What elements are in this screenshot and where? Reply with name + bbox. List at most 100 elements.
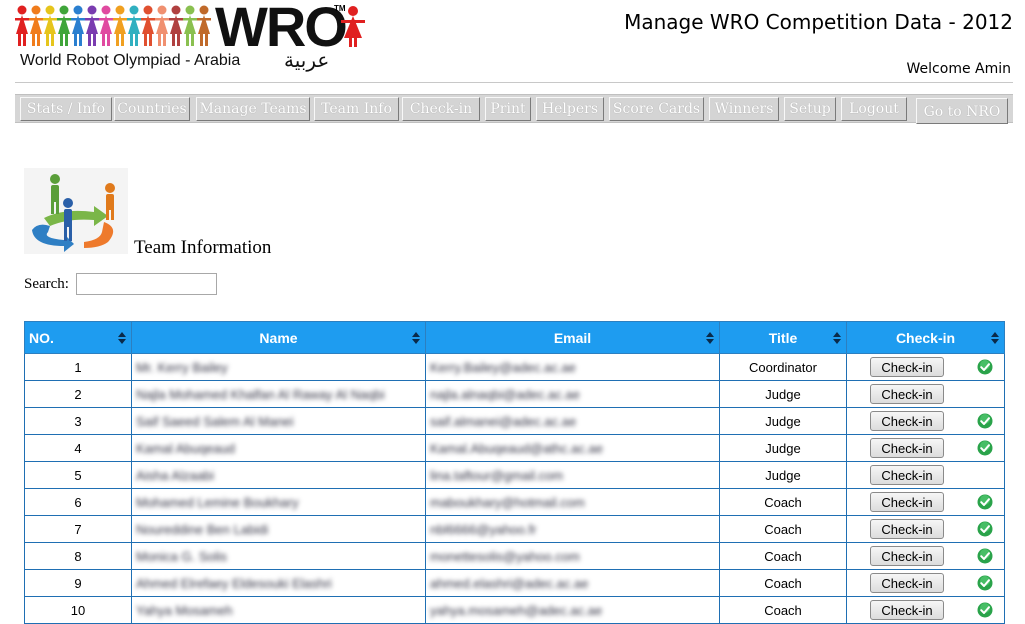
column-header-check-in[interactable]: Check-in bbox=[846, 321, 1005, 354]
nav-print[interactable]: Print bbox=[485, 97, 531, 121]
cell-email: najla.alnaqbi@adec.ac.ae bbox=[425, 380, 720, 408]
column-header-title[interactable]: Title bbox=[719, 321, 847, 354]
member-name: Aisha Alzaabi bbox=[136, 467, 215, 483]
cell-title: Coach bbox=[719, 569, 847, 597]
check-in-button[interactable]: Check-in bbox=[870, 384, 944, 404]
member-title: Judge bbox=[765, 440, 801, 456]
member-name: Kamal Abuqeaud bbox=[136, 440, 236, 456]
row-number: 1 bbox=[74, 359, 82, 375]
table-row: 6 Mohamed Lemine Boukhary maboukhary@hotma… bbox=[24, 488, 1005, 516]
column-header-label: Title bbox=[768, 329, 798, 346]
nav-winners[interactable]: Winners bbox=[709, 97, 779, 121]
member-title: Judge bbox=[765, 386, 801, 402]
sort-arrows-icon[interactable] bbox=[412, 332, 420, 344]
cell-email: yahya.mosameh@adec.ac.ae bbox=[425, 596, 720, 624]
row-number: 2 bbox=[74, 386, 82, 402]
column-header-no[interactable]: NO. bbox=[24, 321, 132, 354]
team-info-table: NO. Name Email Title Check-in 1 Mr. Kerry… bbox=[24, 321, 1005, 624]
check-ok-icon bbox=[977, 440, 993, 456]
search-input[interactable] bbox=[76, 273, 217, 295]
nav-team-info[interactable]: Team Info bbox=[314, 97, 399, 121]
check-ok-icon bbox=[977, 548, 993, 564]
nav-setup[interactable]: Setup bbox=[784, 97, 836, 121]
row-number: 6 bbox=[74, 494, 82, 510]
check-in-button[interactable]: Check-in bbox=[870, 357, 944, 377]
nav-countries[interactable]: Countries bbox=[114, 97, 190, 121]
check-ok-icon bbox=[977, 521, 993, 537]
cell-email: saif.almanei@adec.ac.ae bbox=[425, 407, 720, 435]
cell-check-in: Check-in bbox=[846, 596, 1005, 624]
nav-check-in[interactable]: Check-in bbox=[402, 97, 480, 121]
cell-name: Najla Mohamed Khalfan Al Raway Al Naqbi bbox=[131, 380, 426, 408]
column-header-label: Name bbox=[259, 329, 298, 346]
member-email: yahya.mosameh@adec.ac.ae bbox=[430, 602, 603, 618]
row-number: 5 bbox=[74, 467, 82, 483]
row-number: 4 bbox=[74, 440, 82, 456]
check-in-button[interactable]: Check-in bbox=[870, 465, 944, 485]
cell-no: 7 bbox=[24, 515, 132, 543]
welcome-message: Welcome Amin bbox=[906, 61, 1011, 77]
nav-go-to-nro[interactable]: Go to NRO bbox=[916, 98, 1008, 124]
table-row: 10 Yahya Mosameh yahya.mosameh@adec.ac.ae C… bbox=[24, 596, 1005, 624]
nav-manage-teams[interactable]: Manage Teams bbox=[196, 97, 310, 121]
check-in-button[interactable]: Check-in bbox=[870, 411, 944, 431]
member-email: Kamal.Abuqeaud@athc.ac.ae bbox=[430, 440, 603, 456]
cell-name: Saif Saeed Salem Al Manei bbox=[131, 407, 426, 435]
cell-name: Noureddine Ben Labidi bbox=[131, 515, 426, 543]
cell-email: nbl6666@yahoo.fr bbox=[425, 515, 720, 543]
cell-name: Mr. Kerry Bailey bbox=[131, 353, 426, 381]
check-ok-icon bbox=[977, 602, 993, 618]
check-in-button[interactable]: Check-in bbox=[870, 438, 944, 458]
member-name: Mr. Kerry Bailey bbox=[136, 359, 228, 375]
cell-email: lina.taftour@gmail.com bbox=[425, 461, 720, 489]
cell-no: 2 bbox=[24, 380, 132, 408]
column-header-label: NO. bbox=[29, 329, 54, 346]
cell-name: Aisha Alzaabi bbox=[131, 461, 426, 489]
cell-name: Monica G. Solis bbox=[131, 542, 426, 570]
check-in-button[interactable]: Check-in bbox=[870, 492, 944, 512]
check-in-button[interactable]: Check-in bbox=[870, 573, 944, 593]
column-header-label: Check-in bbox=[895, 329, 956, 346]
cell-check-in: Check-in bbox=[846, 461, 1005, 489]
check-ok-icon bbox=[977, 413, 993, 429]
table-row: 5 Aisha Alzaabi lina.taftour@gmail.com Judg… bbox=[24, 461, 1005, 489]
sort-arrows-icon[interactable] bbox=[991, 332, 999, 344]
member-title: Judge bbox=[765, 413, 801, 429]
member-email: lina.taftour@gmail.com bbox=[430, 467, 564, 483]
logo-subtitle: World Robot Olympiad - Arabia bbox=[20, 52, 241, 69]
cell-check-in: Check-in bbox=[846, 542, 1005, 570]
member-email: monettesolis@yahoo.com bbox=[430, 548, 580, 564]
member-title: Coach bbox=[764, 575, 802, 591]
nav-helpers[interactable]: Helpers bbox=[536, 97, 604, 121]
cell-title: Coach bbox=[719, 542, 847, 570]
check-in-button[interactable]: Check-in bbox=[870, 546, 944, 566]
row-number: 3 bbox=[74, 413, 82, 429]
team-cycle-icon bbox=[24, 168, 128, 254]
cell-title: Coordinator bbox=[719, 353, 847, 381]
table-row: 4 Kamal Abuqeaud Kamal.Abuqeaud@athc.ac.ae… bbox=[24, 434, 1005, 462]
sort-arrows-icon[interactable] bbox=[118, 332, 126, 344]
cell-no: 10 bbox=[24, 596, 132, 624]
section-title: Team Information bbox=[134, 237, 272, 258]
column-header-email[interactable]: Email bbox=[425, 321, 720, 354]
cell-check-in: Check-in bbox=[846, 434, 1005, 462]
cell-name: Ahmed Elrefaey Eldesouki Elashri bbox=[131, 569, 426, 597]
sort-arrows-icon[interactable] bbox=[833, 332, 841, 344]
member-email: saif.almanei@adec.ac.ae bbox=[430, 413, 577, 429]
check-ok-icon bbox=[977, 575, 993, 591]
cell-email: Kerry.Bailey@adec.ac.ae bbox=[425, 353, 720, 381]
nav-logout[interactable]: Logout bbox=[841, 97, 907, 121]
check-in-button[interactable]: Check-in bbox=[870, 519, 944, 539]
cell-check-in: Check-in bbox=[846, 407, 1005, 435]
column-header-name[interactable]: Name bbox=[131, 321, 426, 354]
people-chain-logo-icon bbox=[15, 5, 211, 46]
check-in-button[interactable]: Check-in bbox=[870, 600, 944, 620]
nav-score-cards[interactable]: Score Cards bbox=[609, 97, 704, 121]
nav-stats-info[interactable]: Stats / Info bbox=[20, 97, 112, 121]
logo-arabic-text: عربية bbox=[284, 50, 330, 72]
cell-no: 4 bbox=[24, 434, 132, 462]
cell-title: Judge bbox=[719, 434, 847, 462]
cell-email: Kamal.Abuqeaud@athc.ac.ae bbox=[425, 434, 720, 462]
cell-name: Kamal Abuqeaud bbox=[131, 434, 426, 462]
sort-arrows-icon[interactable] bbox=[706, 332, 714, 344]
